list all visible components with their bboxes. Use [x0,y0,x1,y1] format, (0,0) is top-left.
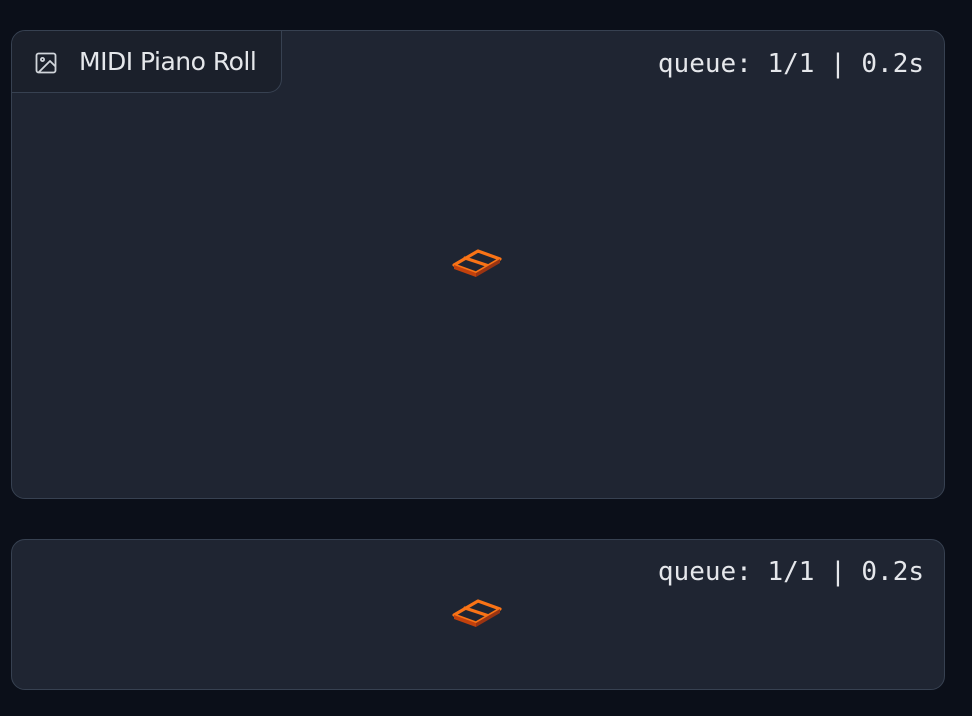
loading-spinner-icon [452,245,502,279]
midi-piano-roll-output-panel: MIDI Piano Roll queue: 1/1 | 0.2s [11,30,945,499]
queue-status: queue: 1/1 | 0.2s [657,557,924,587]
secondary-output-panel: queue: 1/1 | 0.2s [11,539,945,690]
block-label-text: MIDI Piano Roll [79,47,257,76]
block-label: MIDI Piano Roll [12,31,282,93]
image-icon [34,51,58,75]
queue-status: queue: 1/1 | 0.2s [657,49,924,79]
loading-spinner-icon [452,595,502,629]
